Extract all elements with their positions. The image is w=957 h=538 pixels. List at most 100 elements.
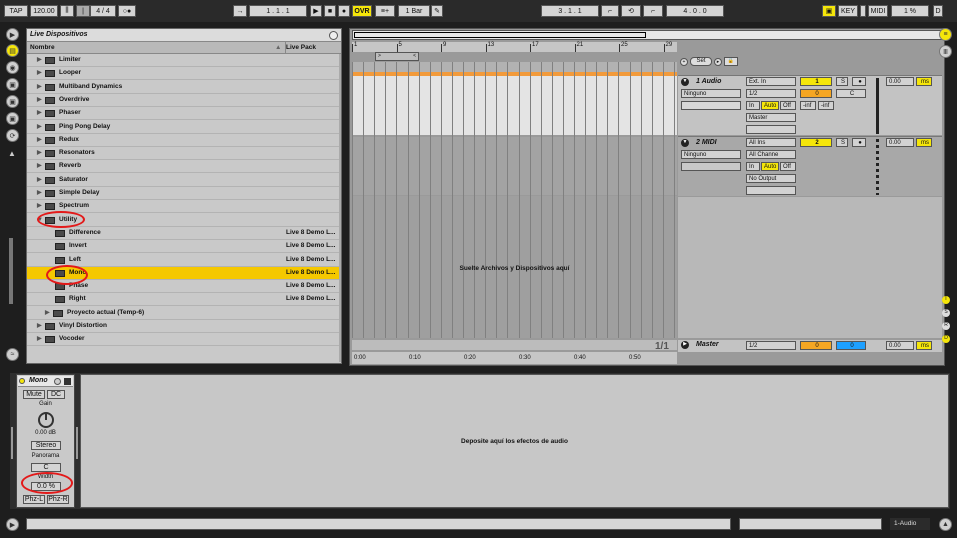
master-volume-field[interactable]: 0 (800, 341, 832, 350)
device-save-icon[interactable] (64, 378, 71, 385)
follow-icon[interactable]: ○● (118, 5, 136, 17)
output-sub-dropdown[interactable] (746, 186, 796, 195)
loop-brace[interactable]: > < (375, 52, 419, 61)
pan-field[interactable]: C (836, 89, 866, 98)
arrangement-view-icon[interactable]: Ⅲ (939, 45, 952, 58)
input-type-dropdown[interactable]: All Ins (746, 138, 796, 147)
column-pack-header[interactable]: Live Pack (286, 42, 316, 53)
info-view-icon[interactable]: ▶ (6, 518, 19, 531)
stop-icon[interactable]: ■ (324, 5, 336, 17)
browser-toggle-icon[interactable]: ▶ (6, 28, 19, 41)
master-name[interactable]: Master (696, 341, 719, 348)
browser-row[interactable]: ▶ Proyecto actual (Temp-6) (27, 307, 339, 320)
column-name-header[interactable]: Nombre (30, 42, 55, 53)
add-locator-icon[interactable]: + (680, 58, 688, 66)
record-icon[interactable]: ● (338, 5, 350, 17)
expand-right-icon[interactable]: ▶ (37, 187, 42, 199)
browser-row[interactable]: ▶ Ping Pong Delay (27, 121, 339, 134)
folder-browser-2-icon[interactable]: ▣ (6, 95, 19, 108)
loop-icon[interactable]: ⟲ (621, 5, 641, 17)
expand-right-icon[interactable]: ▶ (37, 54, 42, 66)
fold-track-icon[interactable]: ▼ (681, 139, 689, 147)
device-right-handle[interactable] (76, 427, 78, 459)
output-sub-dropdown[interactable] (746, 125, 796, 134)
track-delay-field[interactable]: 0.00 (886, 77, 914, 86)
browser-row[interactable]: ▶ Redux (27, 134, 339, 147)
monitor-in-button[interactable]: In (746, 162, 760, 171)
punch-in-icon[interactable]: ⌐ (601, 5, 619, 17)
session-view-icon[interactable]: ≡ (939, 28, 952, 41)
solo-button[interactable]: S (836, 138, 848, 147)
monitor-off-button[interactable]: Off (780, 162, 796, 171)
fold-track-icon[interactable]: ▼ (681, 78, 689, 86)
loop-length-field[interactable]: 4 . 0 . 0 (666, 5, 724, 17)
browser-row[interactable]: ▶ Overdrive (27, 94, 339, 107)
hot-swap-icon[interactable]: ⟳ (6, 129, 19, 142)
device-settings-icon[interactable] (54, 378, 61, 385)
expand-right-icon[interactable]: ▶ (37, 320, 42, 332)
key-map-button[interactable]: KEY (838, 5, 858, 17)
selected-track-label[interactable]: 1-Audio (890, 518, 930, 530)
returns-toggle-icon[interactable]: R (942, 322, 950, 330)
folder-browser-icon[interactable]: ▣ (6, 78, 19, 91)
monitor-in-button[interactable]: In (746, 101, 760, 110)
browser-row[interactable]: ▶ Reverb (27, 160, 339, 174)
device-left-handle[interactable] (11, 427, 13, 459)
sort-icon[interactable]: ▲ (275, 42, 281, 53)
quantize-dropdown[interactable]: 1 Bar (398, 5, 430, 17)
panorama-field[interactable]: C (31, 463, 61, 472)
overview-window[interactable] (354, 32, 646, 38)
metronome-icon[interactable]: | (76, 5, 90, 17)
master-lane[interactable] (352, 340, 677, 350)
expand-right-icon[interactable]: ▶ (37, 107, 42, 119)
overview-bar[interactable] (352, 30, 944, 40)
scroll-up-icon[interactable]: ▲ (8, 149, 16, 158)
expand-right-icon[interactable]: ▶ (45, 307, 50, 319)
set-button[interactable]: Set (690, 57, 712, 66)
track-name[interactable]: 1 Audio (696, 78, 721, 85)
ovr-button[interactable]: OVR (352, 5, 372, 17)
solo-button[interactable]: S (836, 77, 848, 86)
expand-right-icon[interactable]: ▶ (37, 147, 42, 159)
play-icon[interactable]: ▶ (310, 5, 322, 17)
phase-right-button[interactable]: Phz-R (47, 495, 69, 504)
browser-vertical-scrollbar[interactable] (339, 54, 341, 362)
track-sub-routing[interactable] (681, 162, 741, 171)
follow-highlight-icon[interactable]: ▣ (822, 5, 836, 17)
plugin-browser-icon[interactable]: ◉ (6, 61, 19, 74)
midi-map-button[interactable]: MIDI (868, 5, 888, 17)
delay-unit-button[interactable]: ms (916, 341, 932, 350)
browser-row[interactable]: ▶ Resonators (27, 147, 339, 161)
folder-browser-3-icon[interactable]: ▣ (6, 112, 19, 125)
output-dropdown[interactable]: No Output (746, 174, 796, 183)
expand-right-icon[interactable]: ▶ (37, 134, 42, 146)
browser-row[interactable]: Difference Live 8 Demo L... (27, 227, 339, 240)
arrangement-position-field[interactable]: 1 . 1 . 1 (249, 5, 307, 17)
browser-row[interactable]: ▶ Simple Delay (27, 187, 339, 200)
master-channel-dropdown[interactable]: 1/2 (746, 341, 796, 350)
effects-drop-area[interactable]: Deposite aquí los efectos de audio (80, 374, 949, 508)
input-channel-dropdown[interactable]: All Channe (746, 150, 796, 159)
arm-record-icon[interactable]: ● (852, 77, 866, 86)
browser-settings-icon[interactable] (329, 31, 338, 40)
follow-arrow-icon[interactable]: → (233, 5, 247, 17)
mute-button[interactable]: Mute (23, 390, 45, 399)
browser-row[interactable]: ▶ Vinyl Distortion (27, 320, 339, 333)
device-on-icon[interactable] (19, 378, 25, 384)
tap-button[interactable]: TAP (4, 5, 28, 17)
lock-icon[interactable]: 🔒 (724, 57, 738, 66)
punch-out-icon[interactable]: ⌐ (643, 5, 663, 17)
expand-right-icon[interactable]: ▶ (37, 94, 42, 106)
track-number-button[interactable]: 2 (800, 138, 832, 147)
stereo-dropdown[interactable]: Stereo (31, 441, 61, 450)
monitor-off-button[interactable]: Off (780, 101, 796, 110)
delay-toggle-icon[interactable]: D (942, 335, 950, 343)
gain-knob[interactable] (38, 412, 54, 428)
tempo-field[interactable]: 120.00 (30, 5, 58, 17)
device-name[interactable]: Mono (29, 377, 48, 384)
input-type-dropdown[interactable]: Ext. In (746, 77, 796, 86)
io-toggle-icon[interactable]: I (942, 296, 950, 304)
track-number-button[interactable]: 1 (800, 77, 832, 86)
monitor-auto-button[interactable]: Auto (761, 162, 779, 171)
time-signature-field[interactable]: 4 / 4 (90, 5, 116, 17)
